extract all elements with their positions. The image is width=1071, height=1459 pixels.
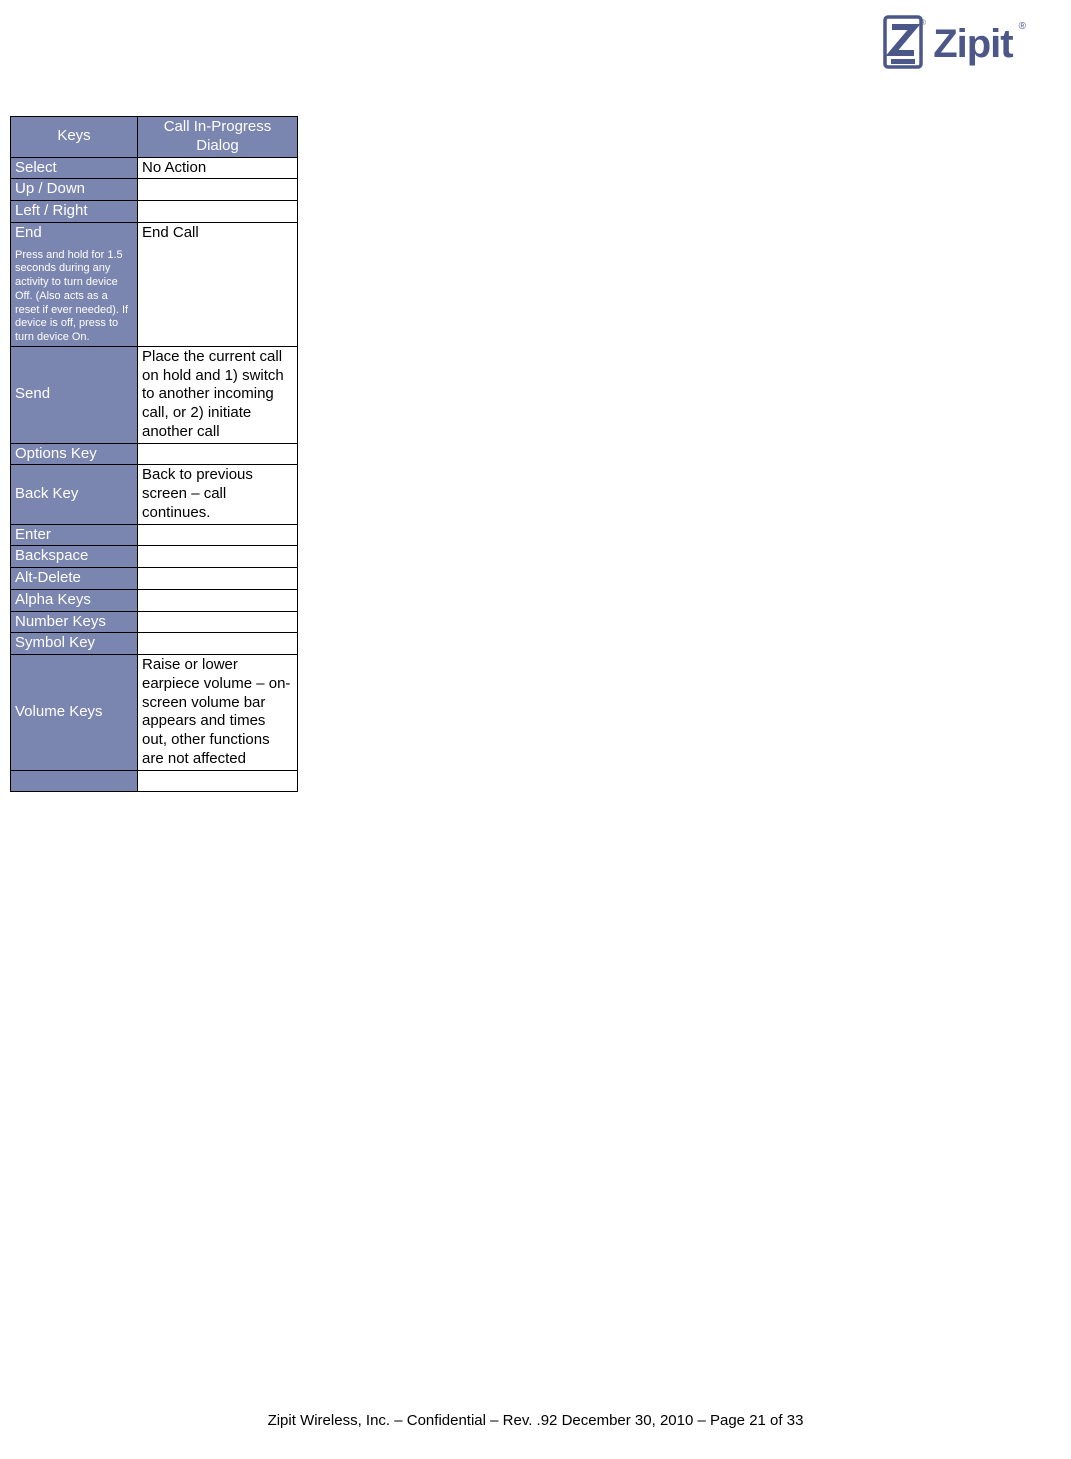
table-row: Left / Right (11, 201, 298, 223)
key-cell: Volume Keys (11, 655, 138, 771)
key-cell: Symbol Key (11, 633, 138, 655)
table-row: End Press and hold for 1.5 seconds during… (11, 222, 298, 346)
key-cell: Left / Right (11, 201, 138, 223)
key-label: Volume Keys (15, 703, 103, 720)
value-cell: End Call (138, 222, 298, 346)
key-label: Send (15, 385, 50, 402)
key-cell: Up / Down (11, 179, 138, 201)
key-label: Back Key (15, 485, 78, 502)
content-area: Keys Call In-Progress Dialog Select No Ac… (10, 116, 298, 792)
table-row: Symbol Key (11, 633, 298, 655)
table-row: Alpha Keys (11, 589, 298, 611)
value-cell: Back to previous screen – call continues… (138, 465, 298, 524)
key-cell: End Press and hold for 1.5 seconds during… (11, 222, 138, 346)
table-body: Select No Action Up / Down Left / Right En… (11, 157, 298, 792)
value-cell (138, 611, 298, 633)
value-cell: Place the current call on hold and 1) sw… (138, 346, 298, 443)
header-dialog: Call In-Progress Dialog (138, 117, 298, 158)
key-label: Enter (15, 526, 51, 543)
key-cell: Number Keys (11, 611, 138, 633)
value-cell (138, 179, 298, 201)
svg-text:®: ® (920, 18, 926, 27)
footer-text: Zipit Wireless, Inc. – Confidential – Re… (268, 1412, 804, 1429)
table-row: Select No Action (11, 157, 298, 179)
key-label: Left / Right (15, 202, 88, 219)
key-note: Press and hold for 1.5 seconds during an… (15, 249, 133, 345)
key-label: Number Keys (15, 613, 106, 630)
key-label: Alpha Keys (15, 591, 91, 608)
table-row: Up / Down (11, 179, 298, 201)
table-row: Send Place the current call on hold and 1… (11, 346, 298, 443)
key-cell: Back Key (11, 465, 138, 524)
value-cell (138, 568, 298, 590)
document-page: ® Zipit ® Keys Call In-Progress Dialog S… (0, 0, 1071, 1459)
keys-table: Keys Call In-Progress Dialog Select No Ac… (10, 116, 298, 792)
table-row (11, 770, 298, 792)
value-cell (138, 633, 298, 655)
value-cell (138, 546, 298, 568)
key-cell: Enter (11, 524, 138, 546)
header-keys: Keys (11, 117, 138, 158)
brand-logo: ® Zipit ® (879, 15, 1026, 73)
key-cell: Backspace (11, 546, 138, 568)
table-header-row: Keys Call In-Progress Dialog (11, 117, 298, 158)
key-cell: Send (11, 346, 138, 443)
key-label: Alt-Delete (15, 569, 81, 586)
table-row: Enter (11, 524, 298, 546)
value-cell (138, 524, 298, 546)
key-label: Symbol Key (15, 634, 95, 651)
key-label: End (15, 224, 42, 241)
value-cell: Raise or lower earpiece volume – on-scre… (138, 655, 298, 771)
key-label: Backspace (15, 547, 88, 564)
table-row: Number Keys (11, 611, 298, 633)
key-cell: Alpha Keys (11, 589, 138, 611)
table-row: Alt-Delete (11, 568, 298, 590)
key-cell (11, 770, 138, 792)
key-label: Select (15, 159, 57, 176)
table-row: Back Key Back to previous screen – call c… (11, 465, 298, 524)
registered-mark: ® (1019, 21, 1026, 32)
table-row: Backspace (11, 546, 298, 568)
value-cell (138, 770, 298, 792)
key-label: Options Key (15, 445, 97, 462)
value-cell (138, 589, 298, 611)
zipit-logo-icon: ® (879, 15, 927, 73)
page-footer: Zipit Wireless, Inc. – Confidential – Re… (0, 1412, 1071, 1429)
key-cell: Options Key (11, 443, 138, 465)
value-cell (138, 443, 298, 465)
table-row: Options Key (11, 443, 298, 465)
value-cell: No Action (138, 157, 298, 179)
key-label: Up / Down (15, 180, 85, 197)
brand-name: Zipit (933, 22, 1012, 67)
key-cell: Select (11, 157, 138, 179)
table-row: Volume Keys Raise or lower earpiece volum… (11, 655, 298, 771)
key-cell: Alt-Delete (11, 568, 138, 590)
value-cell (138, 201, 298, 223)
